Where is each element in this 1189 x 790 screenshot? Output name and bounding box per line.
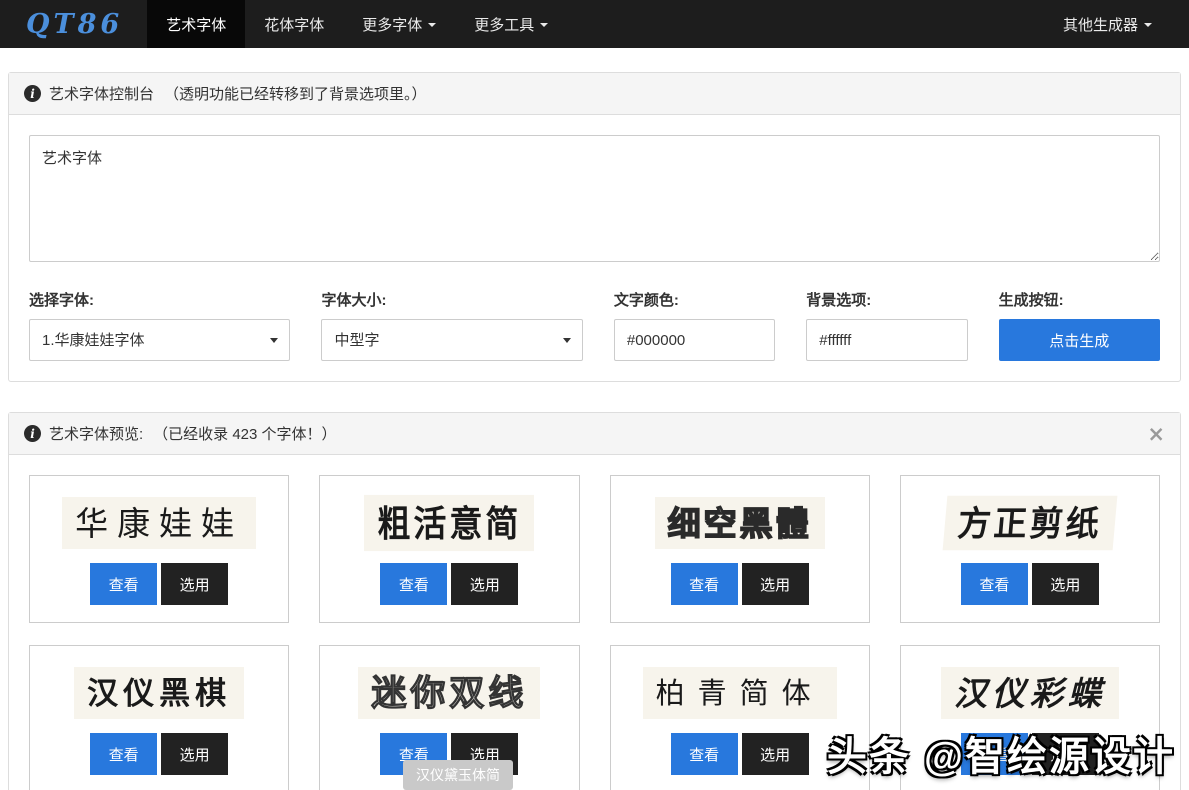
- nav-item-more-fonts[interactable]: 更多字体: [343, 0, 455, 48]
- view-button[interactable]: 查看: [671, 733, 738, 775]
- card-buttons: 查看 选用: [961, 563, 1099, 605]
- font-preview-image: 细空黑體: [655, 497, 825, 549]
- font-select[interactable]: 1.华康娃娃字体: [29, 319, 290, 361]
- use-button[interactable]: 选用: [1032, 563, 1099, 605]
- nav-item-label: 花体字体: [264, 14, 324, 35]
- size-select[interactable]: 中型字: [321, 319, 582, 361]
- view-button[interactable]: 查看: [380, 563, 447, 605]
- font-card: 华康娃娃 查看 选用: [29, 475, 289, 623]
- generate-group: 生成按钮: 点击生成: [999, 289, 1160, 361]
- card-buttons: 查看 选用: [90, 563, 228, 605]
- preview-panel: i 艺术字体预览: （已经收录 423 个字体！） × 华康娃娃 查看 选用 粗…: [8, 412, 1181, 790]
- nav-item-label: 艺术字体: [166, 14, 226, 35]
- use-button[interactable]: 选用: [161, 733, 228, 775]
- background-option-label: 背景选项:: [806, 289, 967, 310]
- view-button[interactable]: 查看: [961, 733, 1028, 775]
- nav-item-label: 更多工具: [474, 14, 534, 35]
- nav-item-label: 其他生成器: [1063, 14, 1138, 35]
- close-icon[interactable]: ×: [1147, 426, 1165, 442]
- console-panel-header: i 艺术字体控制台 （透明功能已经转移到了背景选项里。）: [9, 73, 1180, 115]
- top-navbar: QT86 艺术字体 花体字体 更多字体 更多工具 其他生成器: [0, 0, 1189, 48]
- card-buttons: 查看 选用: [90, 733, 228, 775]
- text-color-label: 文字颜色:: [614, 289, 775, 310]
- console-panel-title: 艺术字体控制台: [49, 83, 154, 104]
- chevron-down-icon: [1144, 23, 1152, 27]
- nav-item-more-tools[interactable]: 更多工具: [455, 0, 567, 48]
- card-buttons: 查看 选用: [380, 563, 518, 605]
- preview-panel-title: 艺术字体预览:: [49, 423, 143, 444]
- font-name-tooltip: 汉仪黛玉体简: [403, 760, 513, 790]
- console-panel: i 艺术字体控制台 （透明功能已经转移到了背景选项里。） 艺术字体 选择字体: …: [8, 72, 1181, 382]
- site-logo[interactable]: QT86: [0, 0, 147, 48]
- font-card: 方正剪纸 查看 选用: [900, 475, 1160, 623]
- nav-right: 其他生成器: [1044, 0, 1189, 48]
- use-button[interactable]: 选用: [742, 563, 809, 605]
- generate-button[interactable]: 点击生成: [999, 319, 1160, 361]
- size-select-group: 字体大小: 中型字: [321, 289, 582, 361]
- view-button[interactable]: 查看: [90, 733, 157, 775]
- view-button[interactable]: 查看: [961, 563, 1028, 605]
- view-button[interactable]: 查看: [90, 563, 157, 605]
- font-select-group: 选择字体: 1.华康娃娃字体: [29, 289, 290, 361]
- info-icon: i: [24, 85, 41, 102]
- generate-label: 生成按钮:: [999, 289, 1160, 310]
- text-color-input[interactable]: [614, 319, 775, 361]
- use-button[interactable]: 选用: [161, 563, 228, 605]
- background-option-input[interactable]: [806, 319, 967, 361]
- card-buttons: 查看 选用: [961, 733, 1099, 775]
- view-button[interactable]: 查看: [671, 563, 738, 605]
- chevron-down-icon: [540, 23, 548, 27]
- background-option-group: 背景选项:: [806, 289, 967, 361]
- preview-panel-header: i 艺术字体预览: （已经收录 423 个字体！） ×: [9, 413, 1180, 455]
- font-preview-image: 汉仪彩蝶: [941, 667, 1119, 719]
- card-buttons: 查看 选用: [671, 563, 809, 605]
- font-card: 汉仪黑棋 查看 选用: [29, 645, 289, 790]
- font-preview-image: 汉仪黑棋: [74, 667, 244, 719]
- use-button[interactable]: 选用: [451, 563, 518, 605]
- size-select-label: 字体大小:: [321, 289, 582, 310]
- nav-item-art-fonts[interactable]: 艺术字体: [147, 0, 245, 48]
- font-preview-image: 方正剪纸: [942, 496, 1117, 551]
- font-preview-image: 华康娃娃: [62, 497, 256, 549]
- font-preview-image: 粗活意简: [364, 495, 534, 551]
- console-form-row: 选择字体: 1.华康娃娃字体 字体大小: 中型字 文字颜色:: [29, 289, 1160, 361]
- font-card-grid: 华康娃娃 查看 选用 粗活意简 查看 选用 细空黑體 查看 选用 方正剪纸 查看: [9, 455, 1180, 790]
- nav-item-fancy-fonts[interactable]: 花体字体: [245, 0, 343, 48]
- font-select-wrap: 1.华康娃娃字体: [29, 319, 290, 361]
- font-card: 柏青简体 查看 选用: [610, 645, 870, 790]
- font-select-label: 选择字体:: [29, 289, 290, 310]
- text-input-area[interactable]: 艺术字体: [29, 135, 1160, 262]
- use-button[interactable]: 选用: [1032, 733, 1099, 775]
- console-panel-subtitle: （透明功能已经转移到了背景选项里。）: [164, 83, 427, 104]
- chevron-down-icon: [428, 23, 436, 27]
- main-nav: 艺术字体 花体字体 更多字体 更多工具: [147, 0, 567, 48]
- font-preview-image: 柏青简体: [643, 667, 837, 719]
- info-icon: i: [24, 425, 41, 442]
- size-select-wrap: 中型字: [321, 319, 582, 361]
- font-preview-image: 迷你双线: [358, 667, 540, 719]
- font-card: 细空黑體 查看 选用: [610, 475, 870, 623]
- text-color-group: 文字颜色:: [614, 289, 775, 361]
- console-panel-body: 艺术字体 选择字体: 1.华康娃娃字体 字体大小: 中型字 文字: [9, 115, 1180, 381]
- nav-item-label: 更多字体: [362, 14, 422, 35]
- preview-panel-subtitle: （已经收录 423 个字体！）: [153, 423, 336, 444]
- nav-item-other-generators[interactable]: 其他生成器: [1044, 0, 1171, 48]
- font-card: 汉仪彩蝶 查看 选用: [900, 645, 1160, 790]
- card-buttons: 查看 选用: [671, 733, 809, 775]
- use-button[interactable]: 选用: [742, 733, 809, 775]
- font-card: 粗活意简 查看 选用: [319, 475, 579, 623]
